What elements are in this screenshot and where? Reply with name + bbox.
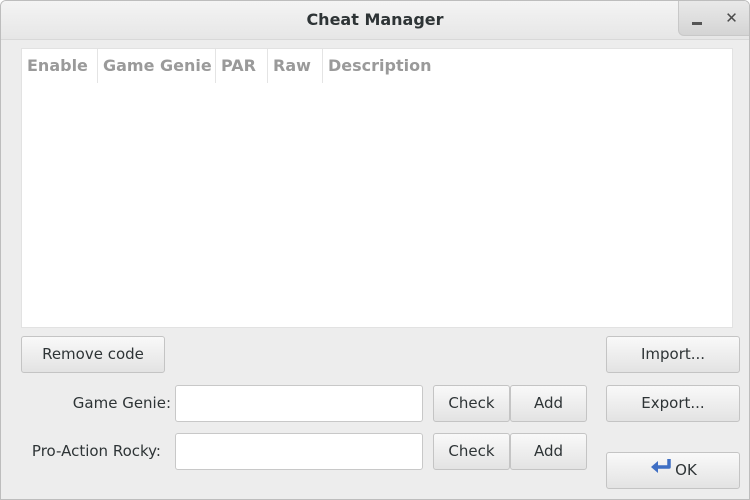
close-button[interactable]: ✕ bbox=[719, 5, 745, 31]
game-genie-input[interactable] bbox=[175, 385, 423, 422]
pro-action-rocky-input[interactable] bbox=[175, 433, 423, 470]
remove-code-button[interactable]: Remove code bbox=[21, 336, 165, 373]
column-header-raw[interactable]: Raw bbox=[268, 49, 323, 83]
export-button[interactable]: Export... bbox=[606, 385, 740, 422]
column-header-enable[interactable]: Enable bbox=[22, 49, 98, 83]
minimize-button[interactable] bbox=[684, 5, 710, 31]
return-arrow-icon bbox=[649, 453, 673, 488]
pro-action-rocky-add-button[interactable]: Add bbox=[510, 433, 587, 470]
pro-action-rocky-check-button[interactable]: Check bbox=[433, 433, 510, 470]
game-genie-check-button[interactable]: Check bbox=[433, 385, 510, 422]
column-header-game-genie[interactable]: Game Genie bbox=[98, 49, 216, 83]
ok-button[interactable]: OK bbox=[606, 452, 740, 489]
cheat-manager-window: Cheat Manager ✕ Enable Game Genie PAR Ra… bbox=[0, 0, 750, 500]
game-genie-add-button[interactable]: Add bbox=[510, 385, 587, 422]
game-genie-label: Game Genie: bbox=[72, 394, 171, 412]
window-title: Cheat Manager bbox=[306, 10, 444, 29]
column-header-description[interactable]: Description bbox=[323, 49, 732, 83]
ok-label: OK bbox=[675, 461, 697, 479]
minimize-icon bbox=[691, 21, 702, 25]
close-icon: ✕ bbox=[725, 9, 738, 27]
window-controls: ✕ bbox=[678, 1, 749, 36]
import-button[interactable]: Import... bbox=[606, 336, 740, 373]
title-bar[interactable]: Cheat Manager ✕ bbox=[1, 1, 749, 40]
column-header-par[interactable]: PAR bbox=[216, 49, 268, 83]
pro-action-rocky-label: Pro-Action Rocky: bbox=[31, 442, 161, 460]
cheat-list[interactable]: Enable Game Genie PAR Raw Description bbox=[21, 48, 733, 328]
